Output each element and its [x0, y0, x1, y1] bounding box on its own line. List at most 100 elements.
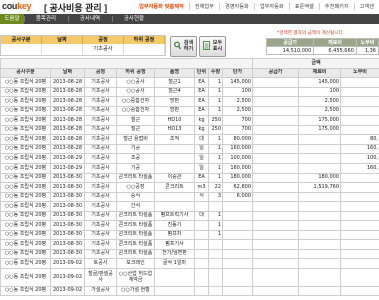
- table-cell[interactable]: [298, 258, 341, 270]
- table-row[interactable]: ○○동 조립식 20평 2013-08-29 기초공사 조공 일 1 100,000 100,: [0, 153, 379, 164]
- table-cell[interactable]: 1: [208, 163, 223, 174]
- table-row[interactable]: ○○동 조립식 20평 2013-08-28 기초공사 기공 일 1 160,000 160,: [0, 143, 379, 155]
- table-cell[interactable]: [252, 134, 299, 145]
- table-cell[interactable]: [194, 220, 209, 231]
- table-cell[interactable]: 1: [208, 143, 223, 155]
- table-cell[interactable]: [252, 105, 299, 117]
- table-cell[interactable]: 콘크리트 타설품: [116, 229, 155, 241]
- table-cell[interactable]: [298, 163, 341, 174]
- table-cell[interactable]: ○○동 조립식 20평: [0, 143, 51, 155]
- table-cell[interactable]: 진동기: [154, 220, 195, 231]
- table-cell[interactable]: 포크레인: [116, 258, 155, 270]
- table-row[interactable]: ○○동 조립식 20평 2013-08-30 기초공사 중식 식 3 6,000: [0, 191, 379, 203]
- column-header[interactable]: 재료비: [298, 67, 341, 79]
- table-cell[interactable]: [298, 229, 341, 241]
- table-cell[interactable]: [194, 229, 209, 241]
- table-cell[interactable]: 전기/냉면판: [154, 248, 195, 260]
- table-row[interactable]: ○○동 조립식 20평 2013-08-29 기초공사 기공 일 1 160,000 160,: [0, 163, 379, 174]
- table-cell[interactable]: ○○동 조립식 20평: [0, 285, 51, 297]
- table-cell[interactable]: ○○동 조립식 20평: [0, 220, 51, 231]
- table-cell[interactable]: ○○동 조립식 20평: [0, 105, 51, 117]
- table-cell[interactable]: 2,500: [222, 96, 253, 107]
- table-cell[interactable]: 펌프기사: [154, 239, 195, 250]
- table-cell[interactable]: 기초공사: [84, 182, 117, 193]
- table-cell[interactable]: [339, 210, 379, 222]
- table-cell[interactable]: [339, 86, 379, 98]
- table-cell[interactable]: 철근4: [154, 86, 195, 98]
- table-cell[interactable]: ○○공사: [116, 77, 155, 88]
- table-cell[interactable]: [252, 96, 299, 107]
- table-cell[interactable]: 콘크리트 타설품: [116, 210, 155, 222]
- table-cell[interactable]: [194, 268, 209, 287]
- table-cell[interactable]: EA: [194, 86, 209, 98]
- table-row[interactable]: ○○동 조립식 20평 2013-08-30 기초공사 콘크리트 타설품 펌프트럭기사 대…: [0, 210, 379, 222]
- table-cell[interactable]: ○○동 조립식 20평: [0, 239, 51, 250]
- table-cell[interactable]: 철근: [116, 124, 155, 136]
- table-cell[interactable]: [298, 285, 341, 297]
- table-cell[interactable]: [194, 239, 209, 250]
- table-cell[interactable]: HD10: [154, 115, 195, 126]
- table-cell[interactable]: 2013-08-30: [50, 239, 85, 250]
- table-cell[interactable]: 기초공사: [84, 163, 117, 174]
- table-cell[interactable]: [222, 258, 253, 270]
- table-cell[interactable]: 이중관: [154, 172, 195, 184]
- table-cell[interactable]: 기초공사: [84, 134, 117, 145]
- table-cell[interactable]: ○○산업 허드업 계약금: [116, 268, 155, 287]
- table-cell[interactable]: 콘크리트 타설품: [116, 172, 155, 184]
- table-cell[interactable]: 250: [208, 115, 223, 126]
- table-cell[interactable]: [208, 268, 223, 287]
- table-cell[interactable]: ○○동 조립식 20평: [0, 191, 51, 203]
- table-cell[interactable]: 기초공사: [84, 86, 117, 98]
- nav-recommended-package[interactable]: 추천패키지: [318, 3, 354, 10]
- table-cell[interactable]: 펌프차: [154, 229, 195, 241]
- table-cell[interactable]: 굴삭 1일마: [154, 258, 195, 270]
- table-cell[interactable]: 2013-08-30: [50, 220, 85, 231]
- table-cell[interactable]: [252, 258, 299, 270]
- table-cell[interactable]: [222, 268, 253, 287]
- table-cell[interactable]: 대: [194, 134, 209, 145]
- table-cell[interactable]: [339, 285, 379, 297]
- table-cell[interactable]: [298, 143, 341, 155]
- table-cell[interactable]: kg: [194, 124, 209, 136]
- table-cell[interactable]: ○○동 조립식 20평: [0, 77, 51, 88]
- table-cell[interactable]: [222, 220, 253, 231]
- table-cell[interactable]: ○○동 조립식 20평: [0, 182, 51, 193]
- table-cell[interactable]: 180,000: [222, 172, 253, 184]
- table-cell[interactable]: ○○동 조립식 20평: [0, 163, 51, 174]
- table-cell[interactable]: 700: [222, 115, 253, 126]
- table-cell[interactable]: 기초공사: [84, 143, 117, 155]
- table-cell[interactable]: 철근: [116, 115, 155, 126]
- table-cell[interactable]: [194, 258, 209, 270]
- filter-subprocess-field[interactable]: [124, 45, 165, 54]
- table-cell[interactable]: [194, 285, 209, 297]
- nav-customer-center[interactable]: 고객센: [353, 3, 379, 10]
- menu-items-management[interactable]: 품목관리: [26, 14, 66, 24]
- table-cell[interactable]: 철골/판넬공사: [84, 268, 117, 287]
- table-cell[interactable]: 2,500: [298, 96, 341, 107]
- table-cell[interactable]: 6,000: [222, 191, 253, 203]
- column-header[interactable]: 단가: [222, 67, 253, 79]
- table-cell[interactable]: 2013-08-30: [50, 248, 85, 260]
- table-cell[interactable]: 22: [208, 182, 223, 193]
- table-cell[interactable]: [252, 124, 299, 136]
- table-cell[interactable]: kg: [194, 115, 209, 126]
- table-cell[interactable]: 기초공사: [84, 229, 117, 241]
- table-cell[interactable]: ○○중합건자: [116, 96, 155, 107]
- table-cell[interactable]: ○○동 조립식 20평: [0, 86, 51, 98]
- table-cell[interactable]: 100,000: [222, 153, 253, 164]
- table-row[interactable]: ○○동 조립식 20평 2013-08-30 기초공사 콘크리트 타설품 진동기 1: [0, 220, 379, 231]
- table-cell[interactable]: 기초공사: [84, 239, 117, 250]
- table-cell[interactable]: [298, 220, 341, 231]
- table-cell[interactable]: 2013-08-30: [50, 229, 85, 241]
- table-cell[interactable]: 62,800: [222, 182, 253, 193]
- table-cell[interactable]: [298, 153, 341, 164]
- table-cell[interactable]: [252, 86, 299, 98]
- table-cell[interactable]: 1,519,760: [298, 182, 341, 193]
- table-cell[interactable]: ○○가설 현황: [116, 285, 155, 297]
- table-cell[interactable]: 2013-08-28: [50, 134, 85, 145]
- table-cell[interactable]: 간식: [116, 201, 155, 212]
- table-cell[interactable]: 1: [208, 86, 223, 98]
- table-cell[interactable]: [252, 191, 299, 203]
- column-header[interactable]: 공사구분: [0, 67, 51, 79]
- table-cell[interactable]: [222, 210, 253, 222]
